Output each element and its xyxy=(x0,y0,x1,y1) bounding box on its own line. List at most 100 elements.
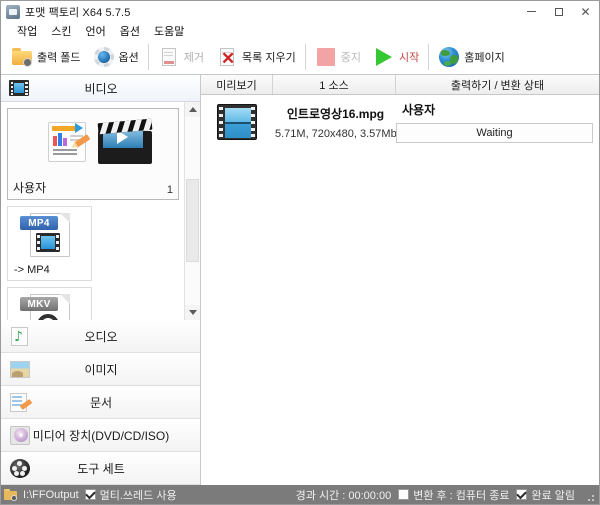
file-metadata: 5.71M, 720x480, 3.57Mbps, 00:00:3 xyxy=(275,128,396,140)
film-thumbnail xyxy=(217,104,257,140)
toolbar-separator-3 xyxy=(428,44,429,70)
toolset-icon xyxy=(8,457,32,479)
preset-card-user-label: 사용자 xyxy=(13,179,46,196)
row-source-cell: 인트로영상16.mpg 5.71M, 720x480, 3.57Mbps, 00… xyxy=(273,105,396,140)
format-factory-window: 포맷 팩토리 X64 5.7.5 ✕ 작업 스킨 언어 옵션 도움말 출력 폴드… xyxy=(0,0,600,505)
file-name: 인트로영상16.mpg xyxy=(275,105,396,122)
column-header-preview[interactable]: 미리보기 xyxy=(201,75,273,94)
sidebar-category-image-label: 이미지 xyxy=(32,361,200,378)
stop-button[interactable]: 중지 xyxy=(309,42,367,72)
remove-file-icon xyxy=(158,46,180,68)
start-button[interactable]: 시작 xyxy=(367,42,425,72)
sidebar-category-audio[interactable]: ♪ 오디오 xyxy=(1,320,200,353)
output-folder-icon xyxy=(4,489,17,501)
play-icon xyxy=(373,46,395,68)
preset-card-user[interactable]: 사용자 1 xyxy=(7,108,179,200)
output-preset-name: 사용자 xyxy=(396,101,593,118)
multithread-checkbox[interactable]: 멀티.쓰레드 사용 xyxy=(85,487,177,503)
toolbar-separator-2 xyxy=(305,44,306,70)
mp4-film-icon xyxy=(36,233,60,252)
sidebar-category-list: ♪ 오디오 이미지 문서 미디어 장치(DVD/CD/ISO) xyxy=(1,320,200,485)
mkv-tag: MKV xyxy=(20,297,58,311)
scroll-thumb[interactable] xyxy=(186,179,199,262)
stop-icon xyxy=(315,46,337,68)
multithread-label: 멀티.쓰레드 사용 xyxy=(100,487,177,503)
start-label: 시작 xyxy=(399,49,419,65)
menu-bar: 작업 스킨 언어 옵션 도움말 xyxy=(1,22,599,39)
gear-icon xyxy=(93,46,115,68)
film-icon xyxy=(8,77,30,99)
status-bar-left: I:\FFOutput 멀티.쓰레드 사용 xyxy=(4,487,177,503)
sidebar-category-media-device[interactable]: 미디어 장치(DVD/CD/ISO) xyxy=(1,419,200,452)
document-icon xyxy=(8,391,32,413)
scroll-track[interactable] xyxy=(185,117,200,305)
image-icon xyxy=(8,358,32,380)
options-button[interactable]: 옵션 xyxy=(87,42,145,72)
user-preset-icon xyxy=(44,116,94,166)
homepage-label: 홈페이지 xyxy=(464,49,504,65)
column-header-output[interactable]: 출력하기 / 변환 상태 xyxy=(396,75,599,94)
column-header-source[interactable]: 1 소스 xyxy=(273,75,396,94)
close-button[interactable]: ✕ xyxy=(572,1,599,22)
window-title: 포맷 팩토리 X64 5.7.5 xyxy=(25,4,130,20)
notify-checkbox-box[interactable] xyxy=(516,489,527,500)
preset-scrollbar[interactable] xyxy=(184,102,200,320)
close-icon: ✕ xyxy=(580,6,590,18)
main-body: 비디오 xyxy=(1,75,599,485)
toolbar: 출력 폴드 옵션 제거 ✕ 목록 지우기 중지 xyxy=(1,39,599,75)
remove-label: 제거 xyxy=(184,49,204,65)
maximize-icon xyxy=(555,8,563,16)
table-row[interactable]: 인트로영상16.mpg 5.71M, 720x480, 3.57Mbps, 00… xyxy=(201,95,599,149)
disc-icon xyxy=(8,424,32,446)
sidebar-category-toolset-label: 도구 세트 xyxy=(32,460,200,477)
clear-list-button[interactable]: ✕ 목록 지우기 xyxy=(210,42,302,72)
elapsed-time-label: 경과 시간 : 00:00:00 xyxy=(296,487,392,503)
row-preview-cell xyxy=(201,104,273,140)
sidebar-category-image[interactable]: 이미지 xyxy=(1,353,200,386)
folder-icon xyxy=(11,46,33,68)
sidebar-category-audio-label: 오디오 xyxy=(32,328,200,345)
menu-language[interactable]: 언어 xyxy=(79,22,113,40)
menu-help[interactable]: 도움말 xyxy=(147,22,191,40)
sidebar-category-document-label: 문서 xyxy=(32,394,200,411)
sidebar-category-video[interactable]: 비디오 xyxy=(1,75,200,102)
globe-icon xyxy=(438,46,460,68)
preset-card-user-count: 1 xyxy=(167,184,173,196)
output-path-label[interactable]: I:\FFOutput xyxy=(23,489,79,501)
sidebar-category-document[interactable]: 문서 xyxy=(1,386,200,419)
scroll-up-button[interactable] xyxy=(185,102,200,117)
shutdown-after-checkbox[interactable]: 변환 후 : 컴퓨터 종료 xyxy=(398,487,509,503)
clapperboard-icon xyxy=(96,119,154,165)
row-output-cell: 사용자 Waiting xyxy=(396,101,599,143)
menu-options[interactable]: 옵션 xyxy=(113,22,147,40)
list-column-headers: 미리보기 1 소스 출력하기 / 변환 상태 xyxy=(201,75,599,95)
stop-label: 중지 xyxy=(341,49,361,65)
status-badge[interactable]: Waiting xyxy=(396,123,593,143)
preset-card-mp4[interactable]: MP4 -> MP4 xyxy=(7,206,92,281)
multithread-checkbox-box[interactable] xyxy=(85,489,96,500)
title-bar: 포맷 팩토리 X64 5.7.5 ✕ xyxy=(1,1,599,22)
chevron-down-icon xyxy=(189,310,197,315)
resize-grip-icon[interactable] xyxy=(582,489,594,501)
shutdown-after-label: 변환 후 : 컴퓨터 종료 xyxy=(413,487,509,503)
preset-card-mkv[interactable]: MKV -> MKV xyxy=(7,287,92,320)
notify-checkbox[interactable]: 완료 알림 xyxy=(516,487,575,503)
mp4-tag: MP4 xyxy=(20,216,58,230)
remove-button[interactable]: 제거 xyxy=(152,42,210,72)
chevron-up-icon xyxy=(189,107,197,112)
status-bar-right: 경과 시간 : 00:00:00 변환 후 : 컴퓨터 종료 완료 알림 xyxy=(296,487,596,503)
menu-task[interactable]: 작업 xyxy=(10,22,44,40)
minimize-button[interactable] xyxy=(518,1,545,22)
maximize-button[interactable] xyxy=(545,1,572,22)
sidebar-category-media-device-label: 미디어 장치(DVD/CD/ISO) xyxy=(32,427,200,444)
sidebar-category-toolset[interactable]: 도구 세트 xyxy=(1,452,200,485)
options-label: 옵션 xyxy=(119,49,139,65)
shutdown-after-checkbox-box[interactable] xyxy=(398,489,409,500)
file-list[interactable]: 인트로영상16.mpg 5.71M, 720x480, 3.57Mbps, 00… xyxy=(201,95,599,485)
output-folder-button[interactable]: 출력 폴드 xyxy=(5,42,87,72)
clear-list-icon: ✕ xyxy=(216,46,238,68)
homepage-button[interactable]: 홈페이지 xyxy=(432,42,510,72)
minimize-icon xyxy=(527,11,536,12)
scroll-down-button[interactable] xyxy=(185,305,200,320)
menu-skin[interactable]: 스킨 xyxy=(44,22,78,40)
